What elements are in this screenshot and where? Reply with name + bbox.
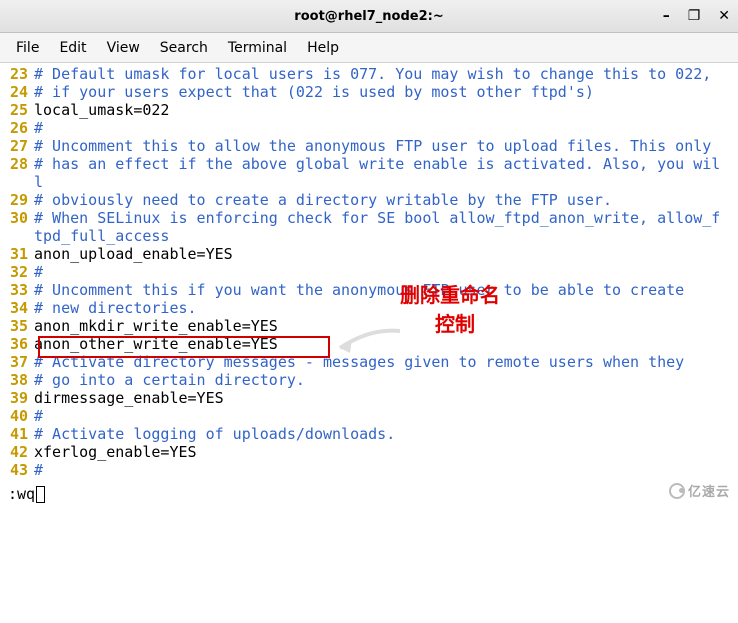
line-number: 37 xyxy=(0,353,34,371)
watermark: 亿速云 xyxy=(669,481,730,500)
code-line: 26# xyxy=(0,119,738,137)
code-line: 34# new directories. xyxy=(0,299,738,317)
code-line: 30# When SELinux is enforcing check for … xyxy=(0,209,738,227)
menubar: File Edit View Search Terminal Help xyxy=(0,33,738,63)
line-number: 31 xyxy=(0,245,34,263)
code-text: # When SELinux is enforcing check for SE… xyxy=(34,209,738,227)
code-line: 38# go into a certain directory. xyxy=(0,371,738,389)
line-number xyxy=(0,227,34,245)
code-text: # xyxy=(34,119,738,137)
code-text: anon_mkdir_write_enable=YES xyxy=(34,317,738,335)
line-number: 35 xyxy=(0,317,34,335)
line-number: 30 xyxy=(0,209,34,227)
line-number: 38 xyxy=(0,371,34,389)
code-text: # Activate logging of uploads/downloads. xyxy=(34,425,738,443)
code-text: # obviously need to create a directory w… xyxy=(34,191,738,209)
code-line: 36anon_other_write_enable=YES xyxy=(0,335,738,353)
editor-area[interactable]: 23# Default umask for local users is 077… xyxy=(0,63,738,623)
line-number: 33 xyxy=(0,281,34,299)
code-line: 41# Activate logging of uploads/download… xyxy=(0,425,738,443)
menu-search[interactable]: Search xyxy=(152,36,216,60)
code-text: # xyxy=(34,263,738,281)
code-line: 27# Uncomment this to allow the anonymou… xyxy=(0,137,738,155)
vim-command-line[interactable]: :wq xyxy=(0,484,45,504)
menu-edit[interactable]: Edit xyxy=(51,36,94,60)
maximize-icon[interactable]: ❐ xyxy=(688,8,701,24)
cursor xyxy=(36,486,45,503)
watermark-text: 亿速云 xyxy=(688,481,730,500)
code-line: 24# if your users expect that (022 is us… xyxy=(0,83,738,101)
code-text: # Activate directory messages - messages… xyxy=(34,353,738,371)
code-text: # xyxy=(34,461,738,479)
watermark-icon xyxy=(669,483,685,499)
code-text: anon_other_write_enable=YES xyxy=(34,335,738,353)
menu-view[interactable]: View xyxy=(99,36,148,60)
code-line: 43# xyxy=(0,461,738,479)
code-text: # if your users expect that (022 is used… xyxy=(34,83,738,101)
code-text: dirmessage_enable=YES xyxy=(34,389,738,407)
code-line: 28# has an effect if the above global wr… xyxy=(0,155,738,173)
code-text: l xyxy=(34,173,738,191)
line-number: 26 xyxy=(0,119,34,137)
code-text: # new directories. xyxy=(34,299,738,317)
code-line: 31anon_upload_enable=YES xyxy=(0,245,738,263)
code-line: 29# obviously need to create a directory… xyxy=(0,191,738,209)
line-number: 29 xyxy=(0,191,34,209)
code-text: local_umask=022 xyxy=(34,101,738,119)
code-line: 33# Uncomment this if you want the anony… xyxy=(0,281,738,299)
code-line: l xyxy=(0,173,738,191)
line-number: 25 xyxy=(0,101,34,119)
code-line: 37# Activate directory messages - messag… xyxy=(0,353,738,371)
window-title: root@rhel7_node2:~ xyxy=(294,9,443,24)
line-number: 23 xyxy=(0,65,34,83)
code-text: # Uncomment this to allow the anonymous … xyxy=(34,137,738,155)
vim-command-text: :wq xyxy=(8,485,35,503)
code-line: 32# xyxy=(0,263,738,281)
line-number xyxy=(0,173,34,191)
line-number: 24 xyxy=(0,83,34,101)
line-number: 43 xyxy=(0,461,34,479)
line-number: 42 xyxy=(0,443,34,461)
code-text: xferlog_enable=YES xyxy=(34,443,738,461)
menu-help[interactable]: Help xyxy=(299,36,347,60)
line-number: 28 xyxy=(0,155,34,173)
code-text: # go into a certain directory. xyxy=(34,371,738,389)
code-line: 40# xyxy=(0,407,738,425)
line-number: 34 xyxy=(0,299,34,317)
close-icon[interactable]: ✕ xyxy=(718,8,730,24)
code-text: # has an effect if the above global writ… xyxy=(34,155,738,173)
window-controls: – ❐ ✕ xyxy=(663,8,730,24)
menu-terminal[interactable]: Terminal xyxy=(220,36,295,60)
line-number: 27 xyxy=(0,137,34,155)
menu-file[interactable]: File xyxy=(8,36,47,60)
code-line: 23# Default umask for local users is 077… xyxy=(0,65,738,83)
code-line: 35anon_mkdir_write_enable=YES xyxy=(0,317,738,335)
titlebar: root@rhel7_node2:~ – ❐ ✕ xyxy=(0,0,738,33)
line-number: 40 xyxy=(0,407,34,425)
code-line: 25local_umask=022 xyxy=(0,101,738,119)
code-text: # Uncomment this if you want the anonymo… xyxy=(34,281,738,299)
code-text: tpd_full_access xyxy=(34,227,738,245)
code-text: # xyxy=(34,407,738,425)
code-line: tpd_full_access xyxy=(0,227,738,245)
code-line: 42xferlog_enable=YES xyxy=(0,443,738,461)
line-number: 32 xyxy=(0,263,34,281)
code-text: # Default umask for local users is 077. … xyxy=(34,65,738,83)
line-number: 39 xyxy=(0,389,34,407)
line-number: 36 xyxy=(0,335,34,353)
minimize-icon[interactable]: – xyxy=(663,8,670,24)
code-line: 39dirmessage_enable=YES xyxy=(0,389,738,407)
line-number: 41 xyxy=(0,425,34,443)
code-text: anon_upload_enable=YES xyxy=(34,245,738,263)
